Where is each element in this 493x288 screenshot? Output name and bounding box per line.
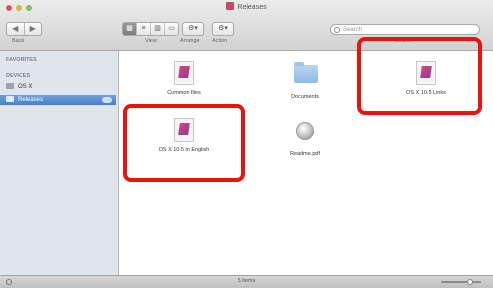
status-bar: 5 items: [0, 275, 493, 288]
finder-window: Releases ◀ ▶ Back ▦ ≡ ▥ ▭ View ⚙▾ Arrang…: [0, 0, 493, 288]
eject-icon[interactable]: [102, 97, 112, 103]
action-caption: Action: [212, 38, 228, 44]
back-forward-control: ◀ ▶: [6, 22, 42, 36]
disc-icon: [6, 96, 14, 102]
view-caption: View: [145, 38, 157, 44]
sidebar-item-label: Releases: [18, 97, 44, 103]
sidebar: FAVORITES DEVICES OS X Releases: [0, 51, 119, 275]
folder-title-icon: [226, 2, 235, 10]
disk-icon: [6, 83, 14, 89]
folder-icon: [294, 62, 318, 89]
sidebar-heading-favorites: FAVORITES: [6, 57, 37, 63]
window-title: Releases: [0, 2, 493, 11]
action-button[interactable]: ⚙▾: [212, 22, 234, 36]
package-icon: [294, 122, 316, 146]
back-caption: Back: [12, 38, 25, 44]
sidebar-heading-devices: DEVICES: [6, 73, 31, 79]
search-input[interactable]: Search: [330, 24, 480, 35]
status-text: 5 items: [237, 278, 256, 284]
window-title-text: Releases: [237, 4, 267, 11]
search-placeholder: Search: [343, 27, 363, 33]
view-mode-group: ▦ ≡ ▥ ▭: [122, 22, 179, 36]
forward-button[interactable]: ▶: [23, 23, 42, 35]
column-view-button[interactable]: ▥: [151, 23, 165, 35]
list-view-button[interactable]: ≡: [137, 23, 151, 35]
coverflow-view-button[interactable]: ▭: [165, 23, 178, 35]
back-button[interactable]: ◀: [7, 23, 24, 35]
sidebar-item-label: OS X: [18, 84, 33, 90]
file-label: Common files: [167, 90, 201, 96]
arrange-caption: Arrange: [180, 38, 200, 44]
icon-view-button[interactable]: ▦: [123, 23, 137, 35]
file-item-common-files[interactable]: Common files: [139, 61, 229, 96]
slider-knob[interactable]: [467, 279, 473, 285]
icon-size-slider[interactable]: [441, 279, 481, 285]
document-icon: [173, 61, 195, 85]
file-label: Readme.pdf: [290, 151, 320, 157]
arrange-button[interactable]: ⚙▾: [182, 22, 204, 36]
sidebar-item-osx[interactable]: OS X: [6, 82, 112, 92]
search-icon: [334, 27, 340, 33]
highlight-box-links: [357, 37, 482, 115]
file-item-documents[interactable]: Documents: [260, 61, 350, 100]
highlight-box-english: [123, 104, 245, 182]
file-label: Documents: [291, 94, 319, 100]
file-item-readme[interactable]: Readme.pdf: [260, 118, 350, 157]
sidebar-item-releases[interactable]: Releases: [0, 95, 116, 105]
